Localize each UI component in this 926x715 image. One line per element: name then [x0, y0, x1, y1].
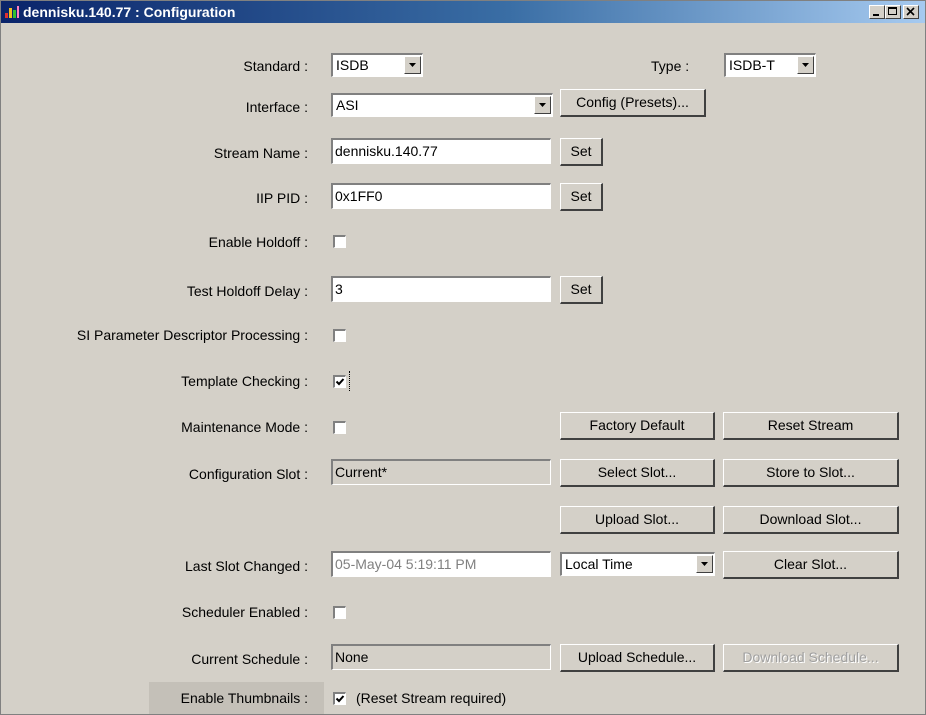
stream-name-label: Stream Name : — [213, 145, 308, 161]
upload-schedule-button[interactable]: Upload Schedule... — [560, 644, 715, 672]
close-button[interactable] — [903, 5, 919, 19]
type-select[interactable]: ISDB-T — [724, 53, 816, 77]
current-schedule-label: Current Schedule : — [191, 651, 308, 667]
config-presets-button[interactable]: Config (Presets)... — [560, 89, 706, 117]
reset-stream-required-note: (Reset Stream required) — [356, 690, 507, 706]
time-mode-value: Local Time — [565, 556, 633, 572]
maintenance-mode-label: Maintenance Mode : — [181, 419, 308, 435]
last-slot-changed-label: Last Slot Changed : — [185, 558, 308, 574]
standard-label: Standard : — [243, 58, 308, 74]
last-slot-changed-field: 05-May-04 5:19:11 PM — [331, 551, 551, 577]
maximize-button[interactable] — [885, 5, 901, 19]
chevron-down-icon — [539, 103, 546, 107]
si-param-label: SI Parameter Descriptor Processing : — [76, 327, 308, 343]
iip-pid-field[interactable]: 0x1FF0 — [331, 183, 551, 209]
select-slot-button[interactable]: Select Slot... — [560, 459, 715, 487]
reset-stream-button[interactable]: Reset Stream — [723, 412, 899, 440]
store-to-slot-button[interactable]: Store to Slot... — [723, 459, 899, 487]
template-checking-label: Template Checking : — [181, 373, 308, 389]
maintenance-mode-checkbox[interactable] — [333, 421, 346, 434]
download-slot-button[interactable]: Download Slot... — [723, 506, 899, 534]
enable-holdoff-checkbox[interactable] — [333, 235, 346, 248]
test-holdoff-delay-label: Test Holdoff Delay : — [186, 283, 308, 299]
upload-slot-button[interactable]: Upload Slot... — [560, 506, 715, 534]
test-holdoff-delay-field[interactable]: 3 — [331, 276, 551, 302]
standard-value: ISDB — [336, 57, 369, 73]
standard-select[interactable]: ISDB — [331, 53, 423, 77]
clear-slot-button[interactable]: Clear Slot... — [723, 551, 899, 579]
dropdown-button[interactable] — [797, 56, 814, 74]
factory-default-button[interactable]: Factory Default — [560, 412, 715, 440]
si-param-checkbox[interactable] — [333, 329, 346, 342]
checkmark-icon — [335, 695, 345, 703]
test-holdoff-delay-set-button[interactable]: Set — [560, 276, 603, 304]
focus-indicator — [349, 371, 350, 391]
download-schedule-button: Download Schedule... — [723, 644, 899, 672]
enable-holdoff-label: Enable Holdoff : — [208, 234, 308, 250]
configuration-slot-field: Current* — [331, 459, 551, 485]
maximize-icon — [888, 7, 897, 15]
iip-pid-set-button[interactable]: Set — [560, 183, 603, 211]
enable-thumbnails-checkbox[interactable] — [333, 692, 346, 705]
configuration-slot-label: Configuration Slot : — [188, 466, 308, 482]
type-value: ISDB-T — [729, 57, 775, 73]
configuration-window: dennisku.140.77 : Configuration Standard… — [0, 0, 926, 715]
dropdown-button[interactable] — [404, 56, 421, 74]
scheduler-enabled-checkbox[interactable] — [333, 606, 346, 619]
type-label: Type : — [651, 58, 690, 74]
enable-thumbnails-label: Enable Thumbnails : — [180, 690, 308, 706]
dropdown-button[interactable] — [534, 96, 551, 114]
current-schedule-field: None — [331, 644, 551, 670]
minimize-icon — [873, 14, 879, 16]
iip-pid-label: IIP PID : — [256, 190, 308, 206]
interface-label: Interface : — [245, 99, 308, 115]
stream-name-field[interactable]: dennisku.140.77 — [331, 138, 551, 164]
stream-name-set-button[interactable]: Set — [560, 138, 603, 166]
chevron-down-icon — [701, 562, 708, 566]
window-title: dennisku.140.77 : Configuration — [23, 4, 236, 20]
template-checking-checkbox[interactable] — [333, 375, 346, 388]
checkmark-icon — [335, 378, 345, 386]
chevron-down-icon — [802, 63, 809, 67]
minimize-button[interactable] — [869, 5, 885, 19]
close-icon — [906, 7, 915, 16]
scheduler-enabled-label: Scheduler Enabled : — [181, 604, 308, 620]
time-mode-select[interactable]: Local Time — [560, 552, 715, 576]
chevron-down-icon — [409, 63, 416, 67]
interface-value: ASI — [336, 97, 359, 113]
dropdown-button[interactable] — [696, 555, 713, 573]
app-icon — [5, 6, 19, 18]
interface-select[interactable]: ASI — [331, 93, 553, 117]
title-bar[interactable]: dennisku.140.77 : Configuration — [1, 1, 925, 23]
